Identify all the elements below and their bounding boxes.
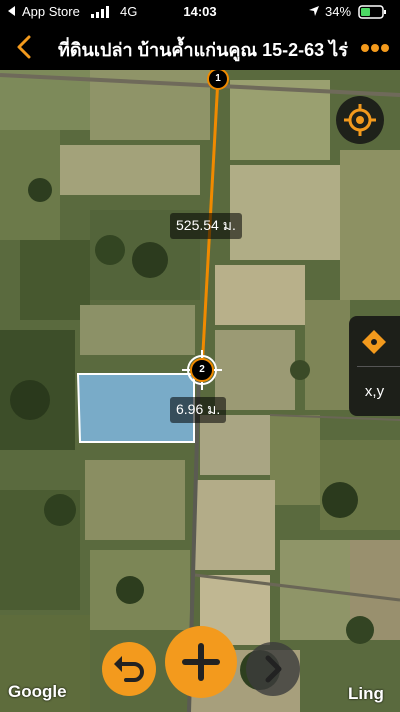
more-dots-icon[interactable] xyxy=(360,43,390,53)
undo-arrow-icon xyxy=(114,656,144,682)
vertex-marker-2[interactable]: 2 xyxy=(190,358,214,382)
battery-percent: 34% xyxy=(325,4,352,19)
diamond-pin-icon xyxy=(362,330,386,354)
chevron-right-icon xyxy=(265,655,282,683)
status-bar: App Store 4G 14:03 34% xyxy=(0,0,400,24)
undo-button[interactable] xyxy=(102,642,156,696)
distance-label: 6.96 ม. xyxy=(170,397,227,423)
distance-label: 525.54 ม. xyxy=(170,213,242,239)
nav-bar: ที่ดินเปล่า บ้านค้ำแก่นคูณ 15-2-63 ไร่ xyxy=(0,24,400,70)
satellite-map[interactable]: 1 2 525.54 ม. 6.96 ม. x,y Google Ling xyxy=(0,70,400,712)
map-imagery xyxy=(0,70,400,712)
battery-icon xyxy=(358,5,386,19)
plus-icon xyxy=(182,643,220,681)
footer-label: Ling xyxy=(348,684,384,703)
add-point-button[interactable] xyxy=(165,626,237,698)
side-tool-panel: x,y xyxy=(349,316,400,416)
page-title: ที่ดินเปล่า บ้านค้ำแก่นคูณ 15-2-63 ไร่ xyxy=(58,40,348,60)
add-pin-button[interactable] xyxy=(349,316,400,366)
location-arrow-icon xyxy=(309,6,319,16)
crosshair-target-icon xyxy=(344,104,376,136)
chevron-left-icon[interactable] xyxy=(12,34,38,60)
google-attribution: Google xyxy=(8,682,67,701)
xy-coordinate-button[interactable]: x,y xyxy=(349,367,400,416)
locate-button[interactable] xyxy=(336,96,384,144)
next-button[interactable] xyxy=(246,642,300,696)
